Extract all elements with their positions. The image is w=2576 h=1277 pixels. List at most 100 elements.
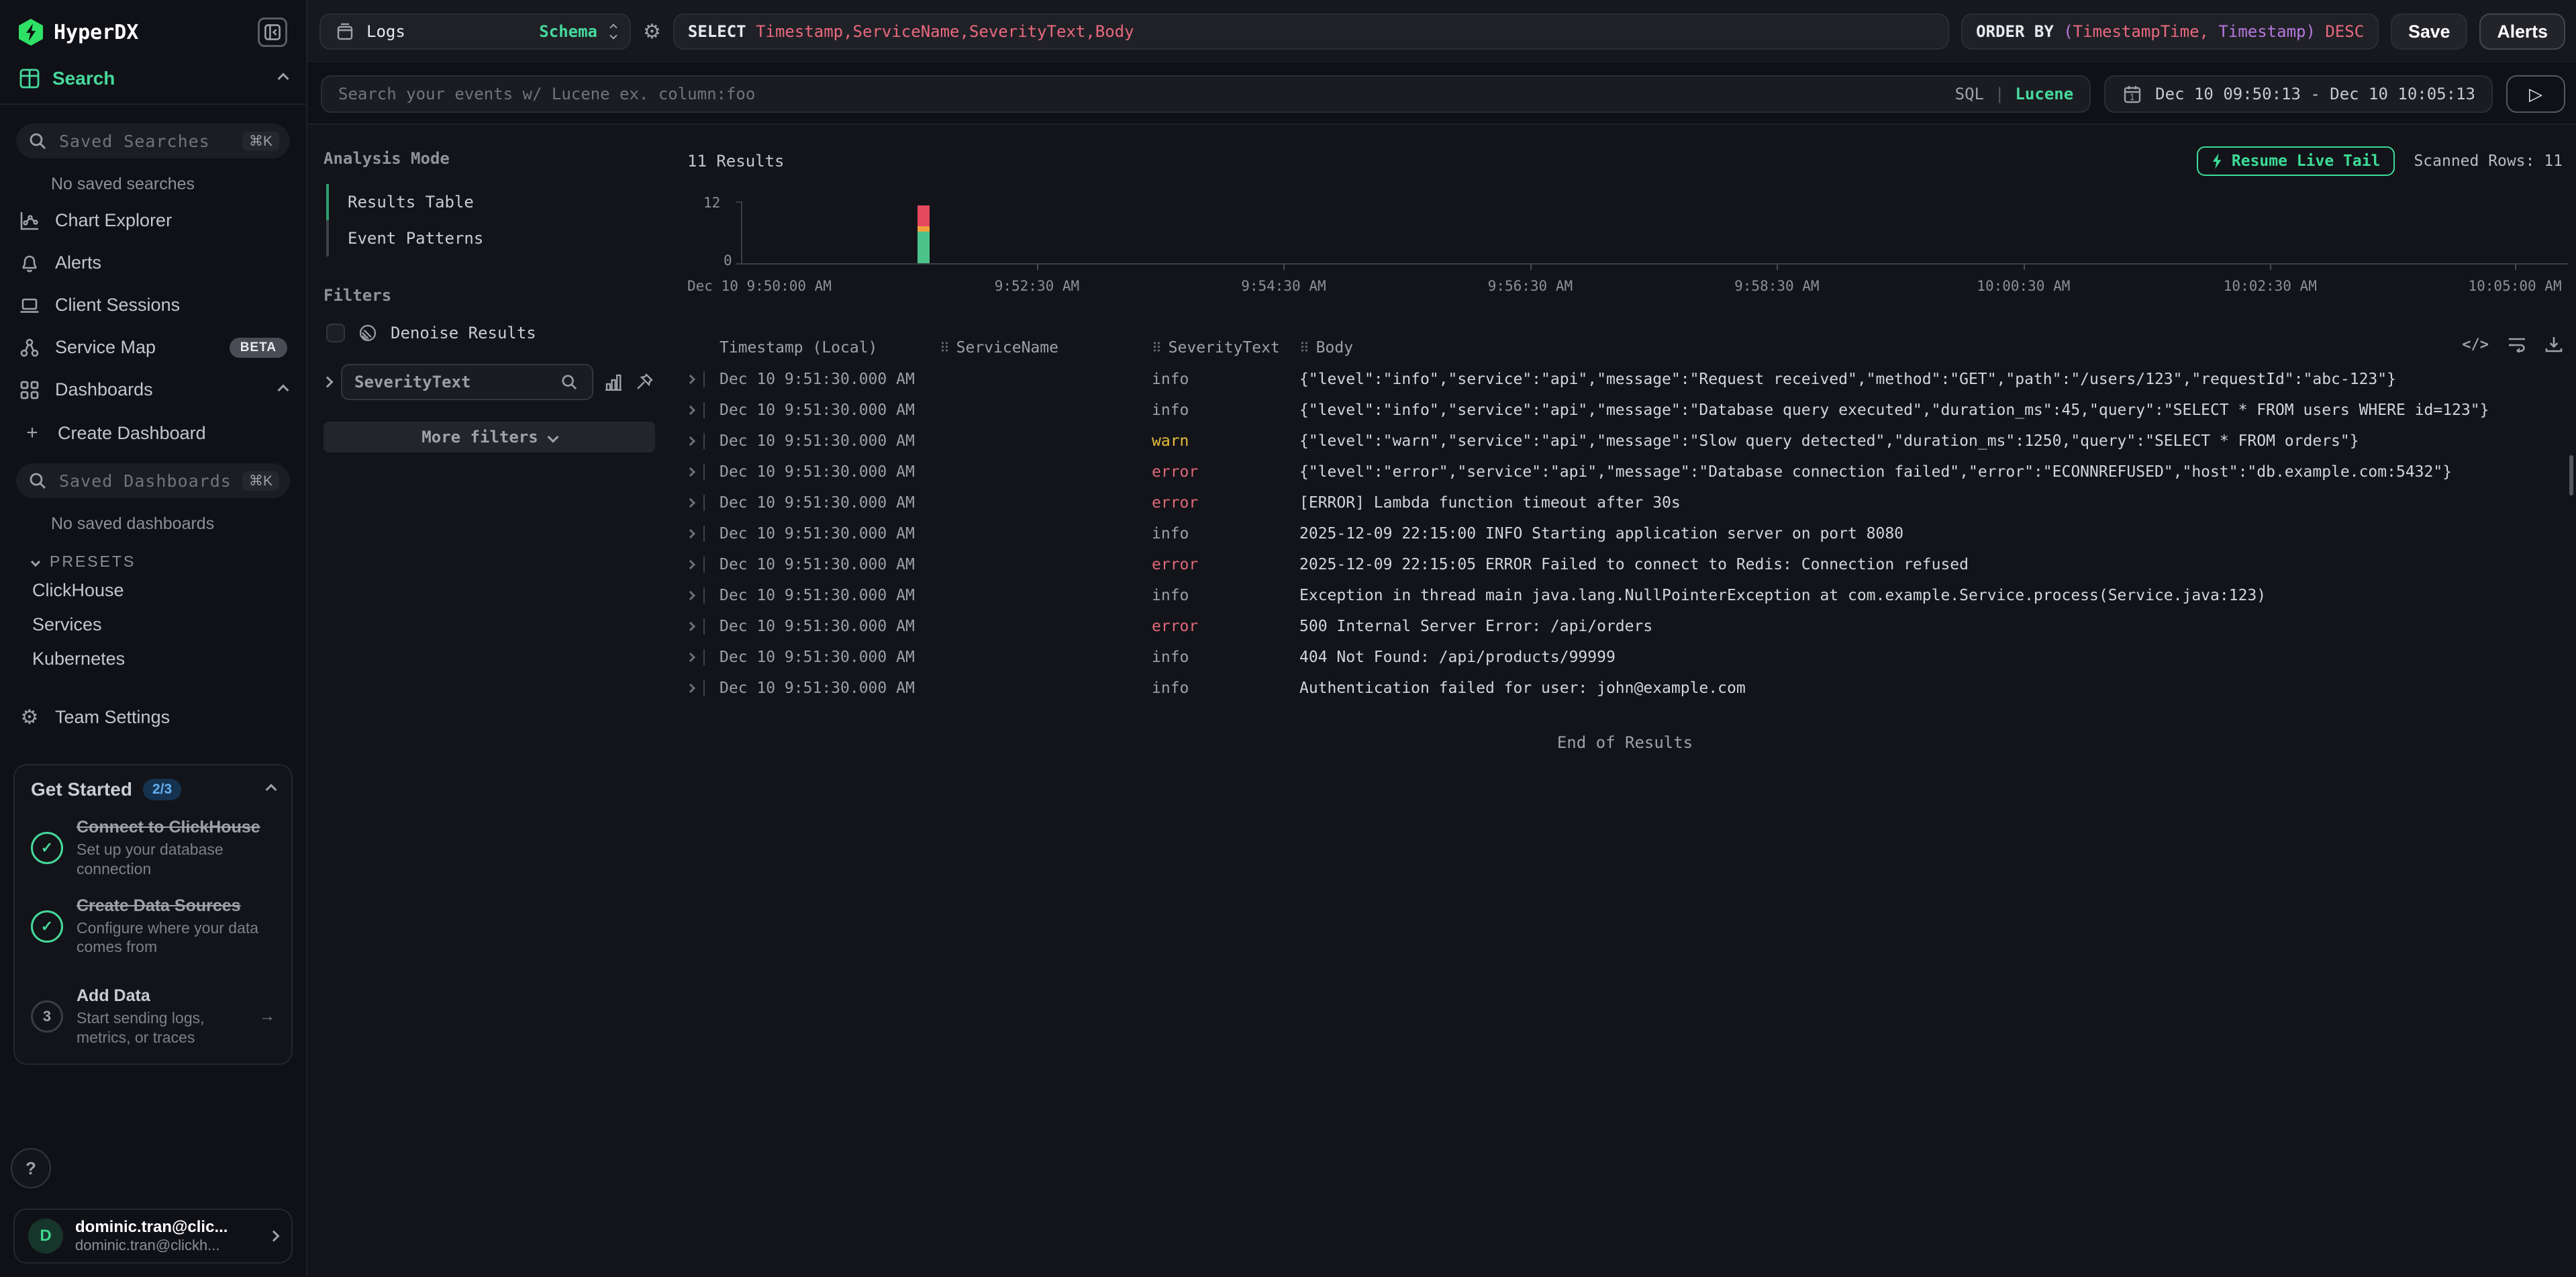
y-axis-max-label: 12 <box>703 195 720 211</box>
create-dashboard-button[interactable]: + Create Dashboard <box>0 411 306 455</box>
search-grid-icon <box>19 68 40 89</box>
table-row[interactable]: Dec 10 9:51:30.000 AM error [ERROR] Lamb… <box>687 487 2563 518</box>
col-servicename[interactable]: ⠿ServiceName <box>940 339 1152 357</box>
preset-item[interactable]: Services <box>0 608 306 642</box>
event-search-input[interactable]: Search your events w/ Lucene ex. column:… <box>321 75 2091 113</box>
pin-icon[interactable] <box>634 373 655 391</box>
expand-row-icon[interactable] <box>686 683 695 693</box>
expand-row-icon[interactable] <box>686 560 695 569</box>
mode-results-table[interactable]: Results Table <box>329 184 655 220</box>
drag-handle-icon[interactable]: ⠿ <box>940 340 950 356</box>
sidebar-item-team-settings[interactable]: ⚙ Team Settings <box>0 695 306 740</box>
collapse-sidebar-icon[interactable] <box>258 17 287 47</box>
date-range-picker[interactable]: 1 Dec 10 09:50:13 - Dec 10 10:05:13 <box>2104 75 2493 113</box>
preset-item[interactable]: Kubernetes <box>0 642 306 676</box>
expand-row-icon[interactable] <box>686 591 695 600</box>
scrollbar-thumb[interactable] <box>2569 455 2573 495</box>
expand-row-icon[interactable] <box>686 436 695 446</box>
chart-bar[interactable] <box>918 200 930 263</box>
expand-row-icon[interactable] <box>686 622 695 631</box>
drag-handle-icon[interactable]: ⠿ <box>1152 340 1162 356</box>
get-started-step[interactable]: 3 Add Data Start sending logs, metrics, … <box>31 986 275 1047</box>
preset-item[interactable]: ClickHouse <box>0 573 306 608</box>
more-filters-label: More filters <box>422 428 538 446</box>
bar-chart-icon[interactable] <box>603 373 624 391</box>
mode-lucene[interactable]: Lucene <box>2015 85 2073 103</box>
table-row[interactable]: Dec 10 9:51:30.000 AM warn {"level":"war… <box>687 426 2563 457</box>
check-icon: ✓ <box>31 910 63 943</box>
scanned-rows-label: Scanned Rows: 11 <box>2414 152 2563 170</box>
denoise-results-toggle[interactable]: Denoise Results <box>326 324 655 342</box>
table-row[interactable]: Dec 10 9:51:30.000 AM info 2025-12-09 22… <box>687 518 2563 549</box>
expand-row-icon[interactable] <box>686 498 695 508</box>
search-icon <box>27 132 48 150</box>
code-view-icon[interactable]: </> <box>2462 336 2489 353</box>
table-row[interactable]: Dec 10 9:51:30.000 AM info Authenticatio… <box>687 673 2563 704</box>
sidebar-item-alerts[interactable]: Alerts <box>0 242 306 284</box>
run-query-play-button[interactable]: ▷ <box>2506 75 2565 113</box>
user-card[interactable]: D dominic.tran@clic... dominic.tran@clic… <box>13 1209 293 1264</box>
table-row[interactable]: Dec 10 9:51:30.000 AM info {"level":"inf… <box>687 395 2563 426</box>
table-body: Dec 10 9:51:30.000 AM info {"level":"inf… <box>687 364 2563 704</box>
chevron-up-icon[interactable] <box>278 73 289 85</box>
cell-severity: info <box>1152 679 1299 697</box>
chart-explorer-icon <box>19 211 40 231</box>
shortcut-badge: ⌘K <box>242 471 279 491</box>
mode-event-patterns[interactable]: Event Patterns <box>329 220 655 256</box>
table-row[interactable]: Dec 10 9:51:30.000 AM info 404 Not Found… <box>687 642 2563 673</box>
presets-section[interactable]: PRESETS <box>32 553 306 571</box>
expand-row-icon[interactable] <box>686 653 695 662</box>
drag-handle-icon[interactable]: ⠿ <box>1299 340 1309 356</box>
saved-searches-input[interactable]: Saved Searches ⌘K <box>16 124 290 158</box>
hyperdx-logo-icon <box>19 19 43 46</box>
table-row[interactable]: Dec 10 9:51:30.000 AM error {"level":"er… <box>687 457 2563 487</box>
table-row[interactable]: Dec 10 9:51:30.000 AM error 2025-12-09 2… <box>687 549 2563 580</box>
severity-filter-input[interactable]: SeverityText <box>341 364 593 400</box>
sidebar-item-search[interactable]: Search <box>0 64 306 105</box>
table-row[interactable]: Dec 10 9:51:30.000 AM info {"level":"inf… <box>687 364 2563 395</box>
get-started-step[interactable]: ✓ Create Data Sources Configure where yo… <box>31 896 275 957</box>
col-severitytext[interactable]: ⠿SeverityText <box>1152 339 1299 357</box>
download-csv-icon[interactable] <box>2545 336 2563 353</box>
mode-sql[interactable]: SQL <box>1955 85 1984 103</box>
table-row[interactable]: Dec 10 9:51:30.000 AM info Exception in … <box>687 580 2563 611</box>
resume-live-tail-button[interactable]: Resume Live Tail <box>2197 146 2395 176</box>
save-button[interactable]: Save <box>2391 13 2467 50</box>
col-timestamp[interactable]: Timestamp (Local) <box>720 339 940 357</box>
chevron-down-icon <box>31 557 40 566</box>
cell-body: 2025-12-09 22:15:05 ERROR Failed to conn… <box>1299 556 2563 573</box>
cell-severity: error <box>1152 494 1299 512</box>
source-settings-gear-icon[interactable]: ⚙ <box>643 20 661 44</box>
table-row[interactable]: Dec 10 9:51:30.000 AM error 500 Internal… <box>687 611 2563 642</box>
source-select[interactable]: Logs Schema <box>319 13 631 50</box>
chevron-up-icon[interactable] <box>266 784 277 796</box>
alerts-button[interactable]: Alerts <box>2479 13 2565 50</box>
sidebar-item-chart-explorer[interactable]: Chart Explorer <box>0 199 306 242</box>
expand-row-icon[interactable] <box>686 375 695 384</box>
denoise-checkbox[interactable] <box>326 324 345 342</box>
saved-dashboards-input[interactable]: Saved Dashboards ⌘K <box>16 463 290 498</box>
sidebar-item-dashboards[interactable]: Dashboards <box>0 369 306 411</box>
svg-text:1: 1 <box>2130 93 2134 102</box>
chevron-down-icon <box>547 432 558 443</box>
expand-row-icon[interactable] <box>686 467 695 477</box>
chevron-up-icon[interactable] <box>278 384 289 395</box>
sidebar-item-client-sessions[interactable]: Client Sessions <box>0 284 306 326</box>
select-query-input[interactable]: SELECT Timestamp,ServiceName,SeverityTex… <box>673 13 1949 50</box>
sidebar-item-service-map[interactable]: Service Map BETA <box>0 326 306 369</box>
step-title: Create Data Sources <box>77 896 275 916</box>
step-desc: Set up your database connection <box>77 840 275 879</box>
wrap-lines-icon[interactable] <box>2508 336 2526 352</box>
saved-dashboards-placeholder: Saved Dashboards <box>59 471 232 491</box>
more-filters-button[interactable]: More filters <box>324 422 655 453</box>
help-button[interactable]: ? <box>11 1148 51 1188</box>
events-histogram[interactable]: 12 0 Dec 10 9:50:00 AM9:52:30 AM9:54:30 … <box>687 195 2568 302</box>
brand: HyperDX <box>19 19 138 46</box>
expand-row-icon[interactable] <box>686 406 695 415</box>
col-body[interactable]: ⠿Body <box>1299 339 2563 357</box>
expand-row-icon[interactable] <box>686 529 695 538</box>
order-by-input[interactable]: ORDER BY (TimestampTime, Timestamp) DESC <box>1961 13 2379 50</box>
progress-badge: 2/3 <box>143 779 181 800</box>
chevron-right-icon[interactable] <box>322 377 334 388</box>
get-started-step[interactable]: ✓ Connect to ClickHouse Set up your data… <box>31 818 275 879</box>
